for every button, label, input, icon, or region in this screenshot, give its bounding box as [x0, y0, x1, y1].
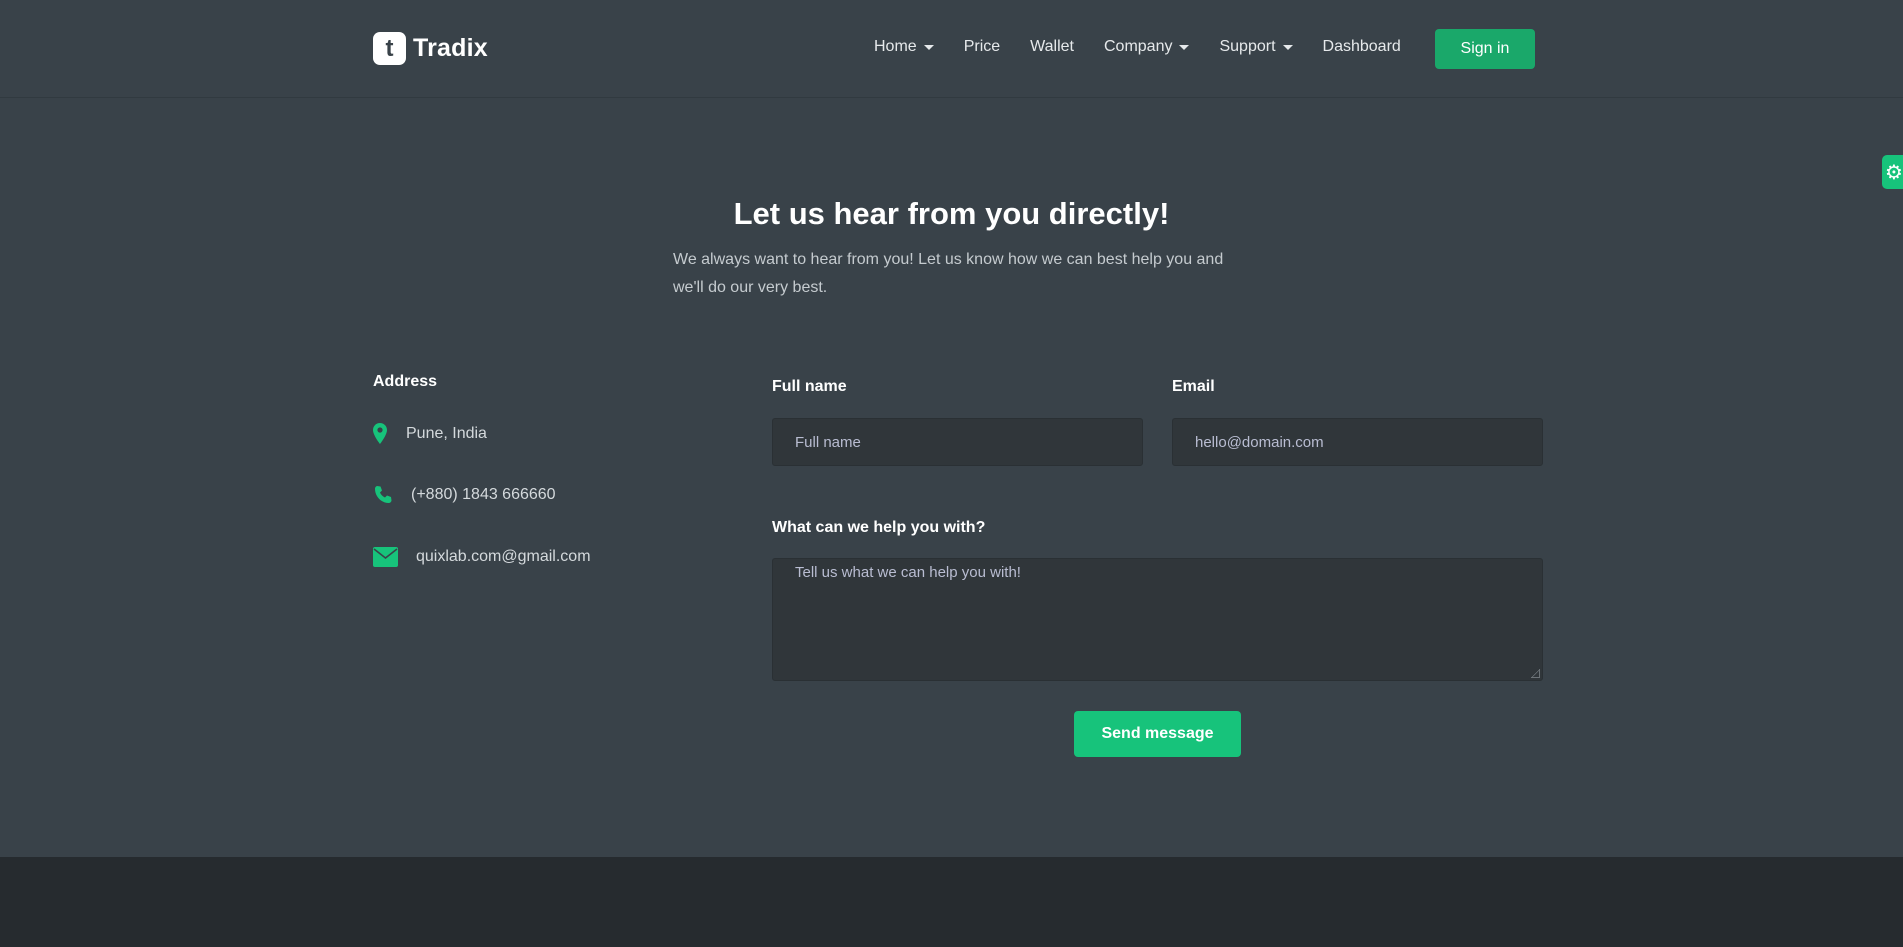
nav-home[interactable]: Home: [874, 38, 934, 56]
resize-handle-icon[interactable]: [1531, 669, 1540, 678]
map-pin-icon: [373, 423, 387, 444]
fullname-label: Full name: [772, 378, 847, 395]
fullname-placeholder: Full name: [795, 433, 861, 451]
nav-dashboard-label: Dashboard: [1322, 38, 1401, 55]
address-email: quixlab.com@gmail.com: [373, 547, 591, 567]
phone-icon: [373, 485, 393, 505]
nav-support-label: Support: [1219, 38, 1276, 55]
site-header: t Tradix Home Price Wallet Company Suppo…: [0, 0, 1903, 98]
nav-price[interactable]: Price: [964, 38, 1000, 56]
address-email-text: quixlab.com@gmail.com: [416, 548, 591, 565]
message-textarea[interactable]: Tell us what we can help you with!: [772, 558, 1543, 681]
message-label: What can we help you with?: [772, 519, 986, 536]
nav-dashboard[interactable]: Dashboard: [1323, 38, 1401, 56]
logo-mark: t: [373, 32, 406, 65]
logo[interactable]: t Tradix: [373, 32, 488, 65]
caret-down-icon: [923, 44, 934, 50]
email-input[interactable]: hello@domain.com: [1172, 418, 1543, 466]
sign-in-button[interactable]: Sign in: [1435, 29, 1535, 69]
nav-home-label: Home: [874, 38, 917, 55]
message-placeholder: Tell us what we can help you with!: [795, 564, 1021, 581]
page-title: Let us hear from you directly!: [733, 196, 1170, 231]
envelope-icon: [373, 547, 398, 567]
main-nav: Home Price Wallet Company Support Dashbo…: [874, 38, 1431, 56]
address-location: Pune, India: [373, 423, 487, 444]
address-phone-text: (+880) 1843 666660: [411, 486, 556, 503]
caret-down-icon: [1282, 44, 1293, 50]
send-message-button[interactable]: Send message: [1074, 711, 1241, 757]
nav-company[interactable]: Company: [1104, 38, 1190, 56]
caret-down-icon: [1179, 44, 1190, 50]
nav-support[interactable]: Support: [1219, 38, 1293, 56]
gear-icon: ⚙: [1885, 161, 1903, 184]
address-location-text: Pune, India: [406, 424, 487, 442]
nav-wallet[interactable]: Wallet: [1030, 38, 1074, 56]
fullname-input[interactable]: Full name: [772, 418, 1143, 466]
nav-price-label: Price: [963, 38, 1001, 55]
page-subtitle: We always want to hear from you! Let us …: [673, 251, 1224, 296]
email-placeholder: hello@domain.com: [1195, 433, 1324, 451]
address-phone: (+880) 1843 666660: [373, 485, 556, 505]
nav-company-label: Company: [1104, 38, 1173, 55]
email-label: Email: [1172, 378, 1215, 395]
logo-text: Tradix: [413, 34, 488, 62]
nav-wallet-label: Wallet: [1030, 38, 1074, 55]
address-title: Address: [373, 373, 438, 390]
footer: [0, 857, 1903, 947]
settings-toggle[interactable]: ⚙: [1882, 155, 1903, 189]
